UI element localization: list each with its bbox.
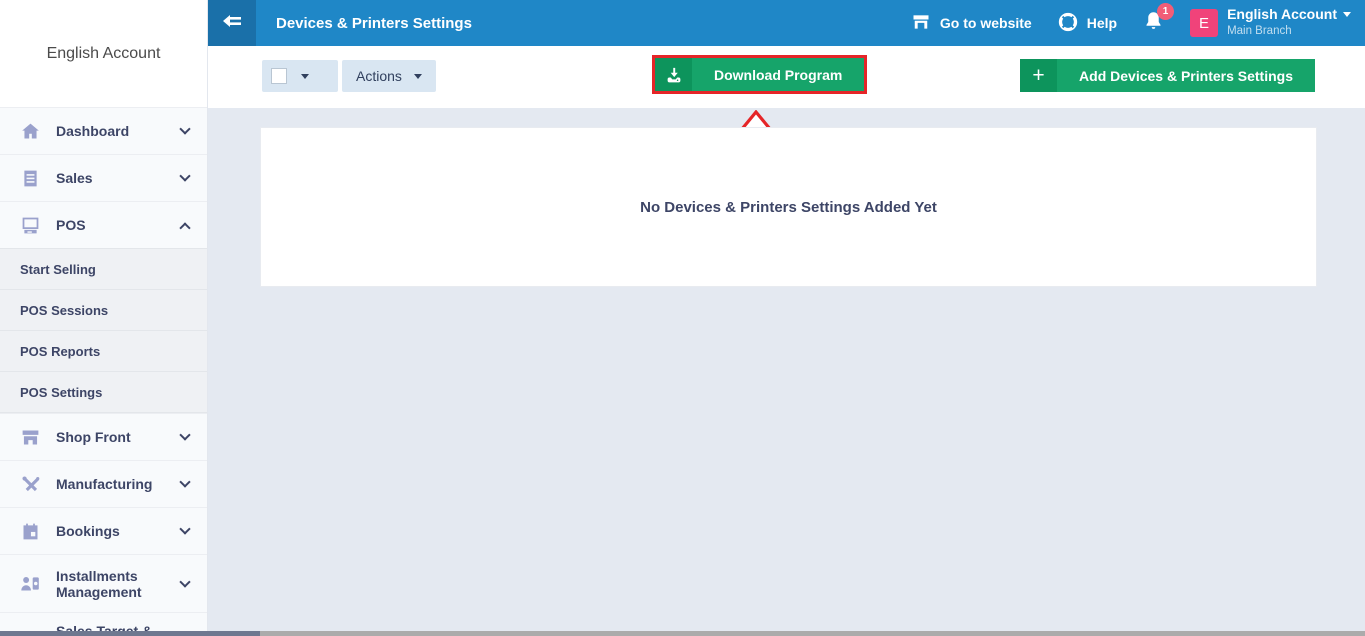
sidebar-item-start-selling[interactable]: Start Selling <box>0 249 207 290</box>
sidebar-item-pos-reports[interactable]: POS Reports <box>0 331 207 372</box>
go-to-website-link[interactable]: Go to website <box>911 12 1032 35</box>
help-link[interactable]: Help <box>1058 12 1117 35</box>
sidebar-item-manufacturing[interactable]: Manufacturing <box>0 460 207 507</box>
installments-icon <box>18 572 42 596</box>
download-program-label: Download Program <box>692 67 864 83</box>
collapse-sidebar-icon <box>220 9 244 38</box>
content-area: No Devices & Printers Settings Added Yet <box>208 108 1365 636</box>
download-icon <box>655 58 692 91</box>
chevron-down-icon <box>179 523 190 534</box>
collapse-sidebar-button[interactable] <box>208 0 256 46</box>
account-menu[interactable]: E English Account Main Branch <box>1190 7 1351 39</box>
chevron-down-icon <box>179 476 190 487</box>
page-title: Devices & Printers Settings <box>276 15 472 32</box>
add-devices-printers-label: Add Devices & Printers Settings <box>1057 68 1315 84</box>
chevron-down-icon <box>179 576 190 587</box>
go-to-website-label: Go to website <box>940 15 1032 31</box>
submenu-label: Start Selling <box>20 262 96 277</box>
download-program-button[interactable]: Download Program <box>655 58 864 91</box>
sidebar-item-dashboard[interactable]: Dashboard <box>0 107 207 154</box>
select-all-dropdown[interactable] <box>262 60 338 92</box>
submenu-label: POS Settings <box>20 385 102 400</box>
notification-badge: 1 <box>1157 3 1174 20</box>
sidebar-item-pos-settings[interactable]: POS Settings <box>0 372 207 413</box>
tools-icon <box>18 472 42 496</box>
annotation-highlight-box: Download Program <box>652 55 867 94</box>
select-all-checkbox[interactable] <box>271 68 287 84</box>
horizontal-scrollbar[interactable] <box>0 631 1365 636</box>
sidebar-item-pos-sessions[interactable]: POS Sessions <box>0 290 207 331</box>
plus-icon: + <box>1020 59 1057 92</box>
empty-state-message: No Devices & Printers Settings Added Yet <box>640 199 937 216</box>
chevron-down-icon <box>179 170 190 181</box>
chevron-down-icon <box>179 429 190 440</box>
help-label: Help <box>1087 15 1117 31</box>
topbar-right: Go to website Help 1 E English Account <box>911 7 1365 39</box>
home-icon <box>18 119 42 143</box>
sidebar-item-bookings[interactable]: Bookings <box>0 507 207 554</box>
receipt-icon <box>18 166 42 190</box>
avatar: E <box>1190 9 1218 37</box>
account-text: English Account Main Branch <box>1227 7 1351 39</box>
empty-state-panel: No Devices & Printers Settings Added Yet <box>260 127 1317 287</box>
sidebar-item-shop-front[interactable]: Shop Front <box>0 413 207 460</box>
sidebar-item-label: POS <box>56 217 86 233</box>
storefront-icon <box>911 12 931 35</box>
toolbar: Actions Download Program + Add Devices &… <box>208 46 1365 108</box>
sidebar-account-name: English Account <box>47 45 161 63</box>
notifications-button[interactable]: 1 <box>1143 10 1164 36</box>
monitor-icon <box>18 213 42 237</box>
calendar-icon <box>18 519 42 543</box>
top-bar: Devices & Printers Settings Go to websit… <box>208 0 1365 46</box>
pos-submenu: Start Selling POS Sessions POS Reports P… <box>0 248 207 413</box>
submenu-label: POS Reports <box>20 344 100 359</box>
sidebar-item-label: Bookings <box>56 523 120 539</box>
help-lifering-icon <box>1058 12 1078 35</box>
bell-icon <box>1143 18 1164 35</box>
sidebar-item-label: Dashboard <box>56 123 129 139</box>
sidebar-item-label: Manufacturing <box>56 476 152 492</box>
chevron-down-icon <box>301 74 309 79</box>
sidebar-item-label: Sales <box>56 170 93 186</box>
sidebar: English Account Dashboard Sales POS Star… <box>0 0 208 636</box>
actions-dropdown[interactable]: Actions <box>342 60 436 92</box>
sidebar-item-installments-management[interactable]: Installments Management <box>0 554 207 612</box>
sidebar-item-label: Installments Management <box>56 568 166 600</box>
actions-label: Actions <box>356 68 402 84</box>
sidebar-logo: English Account <box>0 0 207 107</box>
main-area: Devices & Printers Settings Go to websit… <box>208 0 1365 636</box>
sidebar-item-label: Shop Front <box>56 429 131 445</box>
account-name: English Account <box>1227 7 1337 22</box>
add-devices-printers-button[interactable]: + Add Devices & Printers Settings <box>1020 59 1315 92</box>
branch-name: Main Branch <box>1227 25 1292 37</box>
submenu-label: POS Sessions <box>20 303 108 318</box>
chevron-down-icon <box>1343 12 1351 17</box>
chevron-up-icon <box>179 222 190 233</box>
chevron-down-icon <box>179 123 190 134</box>
sidebar-item-pos[interactable]: POS <box>0 201 207 248</box>
scrollbar-thumb[interactable] <box>0 631 260 636</box>
sidebar-item-sales[interactable]: Sales <box>0 154 207 201</box>
storefront-icon <box>18 425 42 449</box>
chevron-down-icon <box>414 74 422 79</box>
